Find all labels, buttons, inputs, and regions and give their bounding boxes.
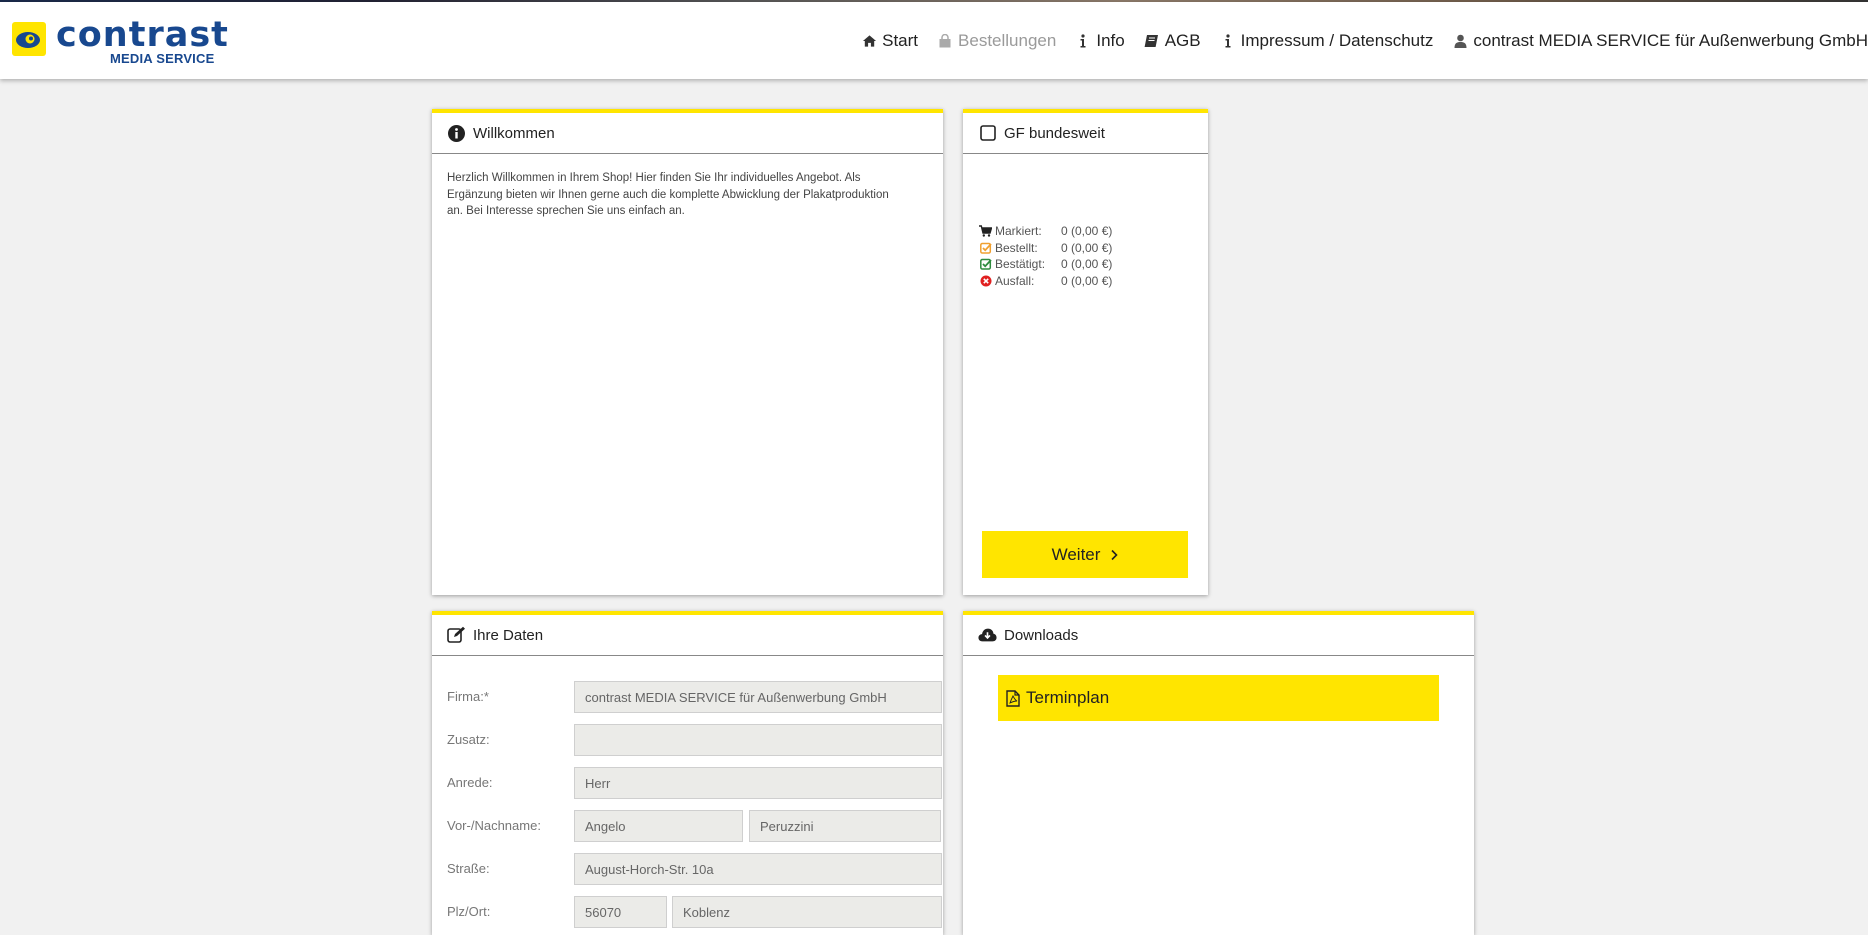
status-value: 0 (0,00 €) [1061,273,1113,288]
zusatz-label: Zusatz: [447,732,490,747]
nav-item-user[interactable]: contrast MEDIA SERVICE für Außenwerbung … [1451,31,1868,51]
header: contrast MEDIA SERVICE Start Bestellunge… [0,2,1868,79]
form-row-strasse: Straße: [447,853,942,885]
status-value: 0 (0,00 €) [1061,240,1113,255]
gf-panel-header[interactable]: GF bundesweit [963,113,1208,154]
gf-title: GF bundesweit [1004,124,1105,142]
edit-icon [447,626,466,645]
cart-icon [979,225,992,238]
logo-wordmark: contrast [56,15,229,55]
nav-item-label: contrast MEDIA SERVICE für Außenwerbung … [1473,30,1868,50]
status-value: 0 (0,00 €) [1061,257,1113,272]
nav-item-impressum[interactable]: Impressum / Datenschutz [1219,30,1434,51]
status-row-bestellt: Bestellt: 0 (0,00 €) [979,240,1112,257]
first-name-field[interactable] [574,810,743,842]
check-square-icon [979,241,992,254]
logo-subtitle: MEDIA SERVICE [110,51,215,66]
zusatz-field[interactable] [574,724,942,756]
ihre-daten-panel-header: Ihre Daten [432,615,943,656]
gf-panel: GF bundesweit Markiert: 0 (0,00 €) Beste… [963,109,1208,595]
status-value: 0 (0,00 €) [1061,224,1113,239]
welcome-title: Willkommen [473,124,555,142]
status-label: Markiert: [995,224,1042,239]
form-row-anrede: Anrede: [447,767,942,799]
status-label: Ausfall: [995,273,1035,288]
info-icon [1219,32,1237,50]
download-terminplan-button[interactable]: Terminplan [998,675,1439,721]
nav-item-label: AGB [1164,30,1201,50]
ihre-daten-panel: Ihre Daten Firma:* Zusatz: Anrede: Vor-/… [432,611,943,935]
home-icon [860,32,878,50]
check-square-icon [979,258,992,271]
user-icon [1451,32,1469,50]
status-row-ausfall: Ausfall: 0 (0,00 €) [979,273,1112,290]
nav-item-label: Impressum / Datenschutz [1240,30,1434,50]
nav-item-label: Info [1096,30,1125,50]
downloads-panel-header: Downloads [963,615,1474,656]
form-row-name: Vor-/Nachname: [447,810,941,842]
download-label: Terminplan [1026,688,1110,707]
strasse-label: Straße: [447,861,490,876]
weiter-button-label: Weiter [1051,544,1101,564]
welcome-text: Herzlich Willkommen in Ihrem Shop! Hier … [447,172,889,217]
plz-field[interactable] [574,896,667,928]
last-name-field[interactable] [749,810,941,842]
weiter-button[interactable]: Weiter [982,531,1188,578]
nav-item-bestellungen[interactable]: Bestellungen [936,31,1056,51]
nav-item-info[interactable]: Info [1074,30,1125,51]
status-row-bestaetigt: Bestätigt: 0 (0,00 €) [979,256,1112,273]
book-icon [1143,32,1161,50]
city-field[interactable] [672,896,942,928]
firma-field[interactable] [574,681,942,713]
nav-item-agb[interactable]: AGB [1143,31,1201,51]
shopping-bag-icon [936,32,954,50]
info-icon [1074,32,1092,50]
welcome-panel-header: Willkommen [432,113,943,154]
ihre-daten-title: Ihre Daten [473,626,544,644]
info-circle-icon [447,124,466,143]
name-label: Vor-/Nachname: [447,818,541,833]
status-label: Bestätigt: [995,257,1046,272]
plzort-label: Plz/Ort: [447,904,491,919]
welcome-panel: Willkommen Herzlich Willkommen in Ihrem … [432,109,943,595]
chevron-right-icon [1110,549,1119,561]
street-field[interactable] [574,853,942,885]
status-label: Bestellt: [995,240,1038,255]
anrede-field[interactable] [574,767,942,799]
logo-eye-icon [12,22,46,56]
form-row-plzort: Plz/Ort: [447,896,942,928]
cloud-download-icon [978,626,997,645]
nav-item-start[interactable]: Start [860,31,918,51]
checkbox-icon[interactable] [978,124,997,143]
order-status-list: Markiert: 0 (0,00 €) Bestellt: 0 (0,00 €… [979,223,1112,289]
times-circle-icon [979,274,992,287]
nav-item-label: Start [882,30,919,50]
form-row-firma: Firma:* [447,681,942,713]
form-row-zusatz: Zusatz: [447,724,942,756]
file-pdf-icon [1004,689,1022,707]
nav-item-label: Bestellungen [958,30,1057,50]
logo[interactable]: contrast MEDIA SERVICE [12,15,228,69]
firma-label: Firma:* [447,689,489,704]
main-nav: Start Bestellungen Info AGB Impressum / … [842,2,1868,79]
status-row-markiert: Markiert: 0 (0,00 €) [979,223,1112,240]
anrede-label: Anrede: [447,775,493,790]
downloads-panel: Downloads Terminplan [963,611,1474,935]
downloads-title: Downloads [1004,626,1079,644]
